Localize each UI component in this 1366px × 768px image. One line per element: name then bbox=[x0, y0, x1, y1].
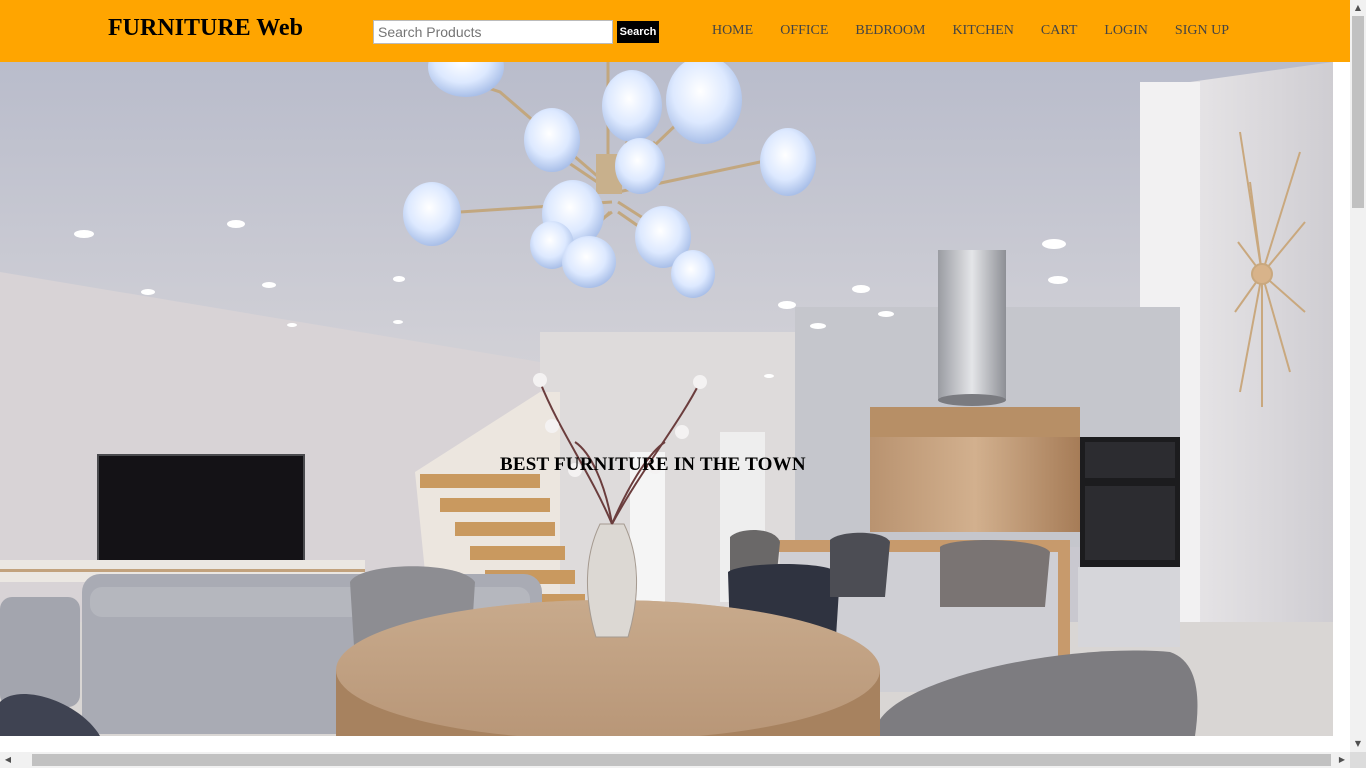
triangle-down-icon[interactable]: ▼ bbox=[1350, 736, 1366, 752]
vertical-scrollbar[interactable]: ▲ ▼ bbox=[1350, 0, 1366, 752]
triangle-right-icon[interactable]: ▶ bbox=[1334, 752, 1350, 768]
nav-cart[interactable]: CART bbox=[1041, 23, 1078, 39]
range-hood bbox=[938, 250, 1006, 406]
main-nav: HOME OFFICE BEDROOM KITCHEN CART LOGIN S… bbox=[712, 23, 1229, 39]
nav-bedroom[interactable]: BEDROOM bbox=[855, 23, 925, 39]
hero-title: BEST FURNITURE IN THE TOWN bbox=[500, 454, 806, 475]
navbar: FURNITURE Web Search HOME OFFICE BEDROOM… bbox=[0, 0, 1350, 62]
nav-signup[interactable]: SIGN UP bbox=[1175, 23, 1229, 39]
triangle-up-icon[interactable]: ▲ bbox=[1350, 0, 1366, 16]
nav-kitchen[interactable]: KITCHEN bbox=[952, 23, 1013, 39]
hero-banner: BEST FURNITURE IN THE TOWN bbox=[0, 62, 1333, 736]
scrollbar-corner bbox=[1350, 752, 1366, 768]
hero-interior-image bbox=[0, 62, 1333, 736]
horizontal-scrollbar[interactable]: ◀ ▶ bbox=[0, 752, 1350, 768]
nav-login[interactable]: LOGIN bbox=[1104, 23, 1148, 39]
search-button[interactable]: Search bbox=[617, 21, 659, 43]
triangle-left-icon[interactable]: ◀ bbox=[0, 752, 16, 768]
brand-logo[interactable]: FURNITURE Web bbox=[108, 15, 303, 42]
nav-office[interactable]: OFFICE bbox=[780, 23, 828, 39]
search-input[interactable] bbox=[373, 20, 613, 44]
nav-home[interactable]: HOME bbox=[712, 23, 753, 39]
horizontal-scroll-thumb[interactable] bbox=[32, 754, 1331, 766]
vertical-scroll-thumb[interactable] bbox=[1352, 16, 1364, 208]
